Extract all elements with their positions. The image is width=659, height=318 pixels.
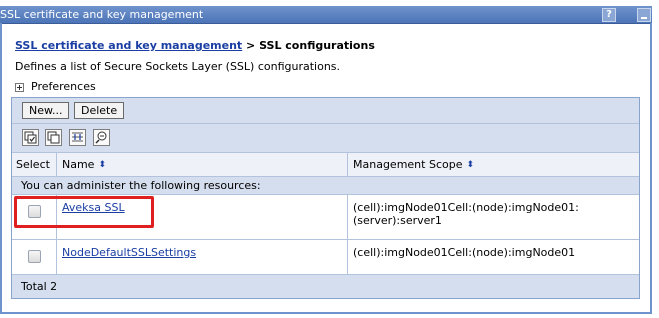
column-header-name-label[interactable]: Name	[62, 158, 94, 171]
row-scope: (cell):imgNode01Cell:(node):imgNode01: (…	[353, 201, 579, 227]
column-header-scope[interactable]: Management Scope ⬍	[353, 153, 474, 176]
info-row: You can administer the following resourc…	[12, 177, 639, 195]
row-scope-line: (server):server1	[353, 214, 442, 227]
row-checkbox[interactable]	[28, 250, 41, 263]
window-titlebar: SSL certificate and key management ?	[0, 6, 652, 24]
column-divider	[347, 195, 348, 239]
column-header-select: Select	[16, 158, 50, 171]
table-header: Select Name ⬍ Management Scope ⬍	[12, 153, 639, 177]
minimize-icon[interactable]	[637, 8, 651, 22]
row-checkbox[interactable]	[28, 205, 41, 218]
frame-border-bottom	[0, 312, 652, 314]
column-header-scope-label[interactable]: Management Scope	[353, 158, 462, 171]
row-name-link[interactable]: Aveksa SSL	[62, 201, 125, 214]
delete-button[interactable]: Delete	[74, 102, 125, 119]
ssl-config-table: New... Delete Select Name ⬍ Management Sc…	[11, 97, 640, 299]
row-scope: (cell):imgNode01Cell:(node):imgNode01	[353, 246, 575, 259]
breadcrumb-link-ssl-management[interactable]: SSL certificate and key management	[15, 39, 242, 52]
help-icon[interactable]: ?	[602, 8, 616, 22]
table-row: Aveksa SSL (cell):imgNode01Cell:(node):i…	[12, 195, 639, 240]
preferences-toggle[interactable]: Preferences	[15, 80, 96, 93]
column-divider	[56, 195, 57, 239]
table-footer: Total 2	[12, 275, 639, 298]
row-scope-line: (cell):imgNode01Cell:(node):imgNode01	[353, 246, 576, 259]
sort-icon[interactable]: ⬍	[98, 154, 106, 177]
button-bar: New... Delete	[12, 98, 639, 124]
expand-plus-icon[interactable]	[15, 82, 24, 92]
frame-border-left	[0, 23, 2, 313]
select-all-icon[interactable]	[22, 129, 39, 146]
table-toolbar	[12, 124, 639, 153]
deselect-all-icon[interactable]	[45, 129, 62, 146]
breadcrumb-current: SSL configurations	[259, 39, 375, 52]
table-row: NodeDefaultSSLSettings (cell):imgNode01C…	[12, 240, 639, 275]
column-divider	[56, 240, 57, 274]
new-button[interactable]: New...	[22, 102, 70, 119]
page-description: Defines a list of Secure Sockets Layer (…	[15, 60, 341, 73]
sort-icon[interactable]: ⬍	[466, 154, 474, 177]
clear-filter-icon[interactable]	[93, 129, 110, 146]
frame-border-right	[650, 23, 652, 313]
row-scope-line: (cell):imgNode01Cell:(node):imgNode01:	[353, 201, 579, 214]
expand-filter-icon[interactable]	[69, 129, 86, 146]
column-divider	[347, 153, 348, 176]
column-divider	[56, 153, 57, 176]
breadcrumb-separator: >	[242, 39, 260, 52]
column-divider	[347, 240, 348, 274]
info-text: You can administer the following resourc…	[21, 179, 261, 192]
preferences-label[interactable]: Preferences	[31, 80, 96, 93]
breadcrumb: SSL certificate and key management > SSL…	[15, 39, 375, 52]
total-count: Total 2	[21, 280, 58, 293]
row-name-link[interactable]: NodeDefaultSSLSettings	[62, 246, 196, 259]
window-title: SSL certificate and key management	[0, 8, 204, 21]
column-header-name[interactable]: Name ⬍	[62, 153, 106, 176]
